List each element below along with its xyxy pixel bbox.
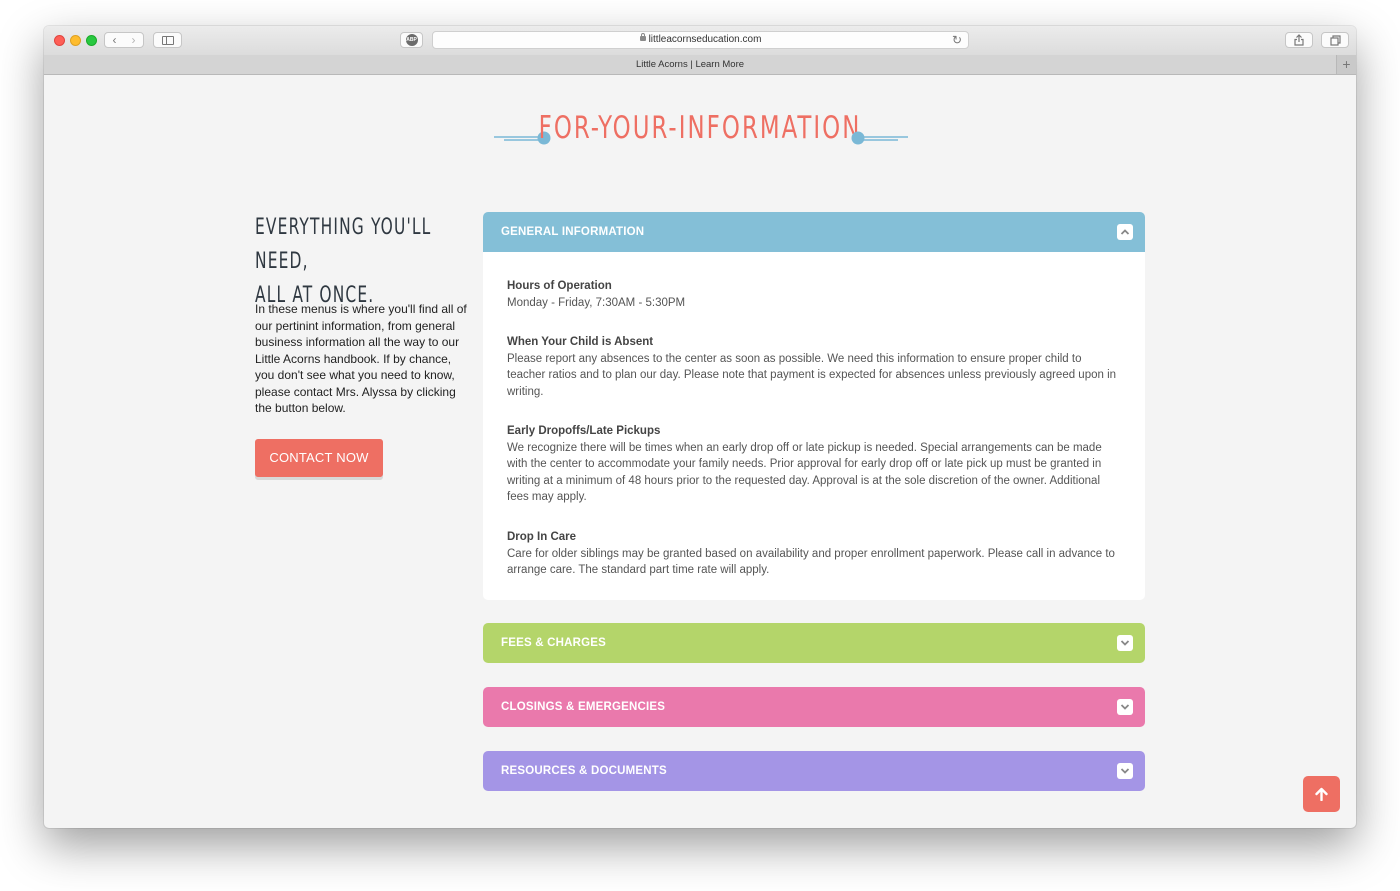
minimize-window-button[interactable]	[70, 35, 81, 46]
info-item: When Your Child is Absent Please report …	[507, 334, 1122, 400]
general-information-panel: Hours of Operation Monday - Friday, 7:30…	[483, 252, 1145, 600]
info-text: We recognize there will be times when an…	[507, 441, 1102, 504]
url-text: littleacornseducation.com	[648, 34, 762, 45]
accordion-label: GENERAL INFORMATION	[501, 226, 645, 238]
address-bar[interactable]: littleacornseducation.com ↻	[432, 31, 969, 49]
info-text: Care for older siblings may be granted b…	[507, 547, 1115, 577]
lock-icon	[639, 32, 646, 41]
arrow-up-icon	[1315, 787, 1328, 801]
reload-icon[interactable]: ↻	[952, 32, 962, 48]
chevron-down-icon[interactable]	[1117, 763, 1133, 779]
info-item: Hours of Operation Monday - Friday, 7:30…	[507, 278, 1122, 311]
browser-toolbar: ‹ › ABP littleacornseducation.com ↻	[44, 26, 1356, 56]
scroll-to-top-button[interactable]	[1303, 776, 1340, 812]
active-tab[interactable]: Little Acorns | Learn More	[44, 55, 1336, 74]
sidebar-icon	[161, 35, 174, 45]
info-heading: Hours of Operation	[507, 280, 612, 292]
info-heading: Early Dropoffs/Late Pickups	[507, 425, 661, 437]
intro-heading: EVERYTHING YOU'LL NEED, ALL AT ONCE.	[255, 211, 481, 313]
share-icon	[1294, 34, 1304, 46]
accordion-general-information[interactable]: GENERAL INFORMATION	[483, 212, 1145, 252]
info-heading: Drop In Care	[507, 531, 577, 543]
forward-icon[interactable]: ›	[124, 33, 143, 47]
info-item: Drop In Care Care for older siblings may…	[507, 529, 1122, 579]
chevron-down-icon[interactable]	[1117, 699, 1133, 715]
tabs-icon	[1329, 34, 1341, 46]
accordion-label: FEES & CHARGES	[501, 637, 607, 649]
accordion-label: RESOURCES & DOCUMENTS	[501, 765, 667, 777]
browser-window: ‹ › ABP littleacornseducation.com ↻ Litt…	[44, 26, 1356, 828]
info-text: Please report any absences to the center…	[507, 352, 1117, 398]
page-content: FOR-YOUR-INFORMATION EVERYTHING YOU'LL N…	[44, 75, 1356, 828]
zoom-window-button[interactable]	[86, 35, 97, 46]
info-text: Monday - Friday, 7:30AM - 5:30PM	[507, 296, 686, 309]
url-display: littleacornseducation.com	[433, 32, 968, 48]
title-decoration-right	[851, 131, 908, 145]
sidebar-toggle-button[interactable]	[153, 32, 182, 48]
navigation-buttons: ‹ ›	[104, 32, 144, 48]
show-tabs-button[interactable]	[1321, 32, 1349, 48]
accordion-label: CLOSINGS & EMERGENCIES	[501, 701, 666, 713]
accordion-fees-charges[interactable]: FEES & CHARGES	[483, 623, 1145, 663]
contact-now-button[interactable]: CONTACT NOW	[255, 439, 383, 477]
back-icon[interactable]: ‹	[105, 33, 124, 47]
chevron-up-icon[interactable]	[1117, 224, 1133, 240]
adblock-button[interactable]: ABP	[400, 32, 423, 48]
section-title: FOR-YOUR-INFORMATION	[538, 110, 862, 146]
intro-text: In these menus is where you'll find all …	[255, 302, 467, 415]
close-window-button[interactable]	[54, 35, 65, 46]
chevron-down-icon[interactable]	[1117, 635, 1133, 651]
accordion-closings-emergencies[interactable]: CLOSINGS & EMERGENCIES	[483, 687, 1145, 727]
adblock-icon: ABP	[405, 34, 418, 46]
share-button[interactable]	[1285, 32, 1313, 48]
intro-heading-line-1: EVERYTHING YOU'LL NEED,	[255, 215, 432, 274]
info-item: Early Dropoffs/Late Pickups We recognize…	[507, 423, 1122, 506]
info-heading: When Your Child is Absent	[507, 336, 654, 348]
new-tab-icon[interactable]: +	[1336, 55, 1356, 74]
tab-bar: Little Acorns | Learn More +	[44, 55, 1356, 75]
accordion-resources-documents[interactable]: RESOURCES & DOCUMENTS	[483, 751, 1145, 791]
